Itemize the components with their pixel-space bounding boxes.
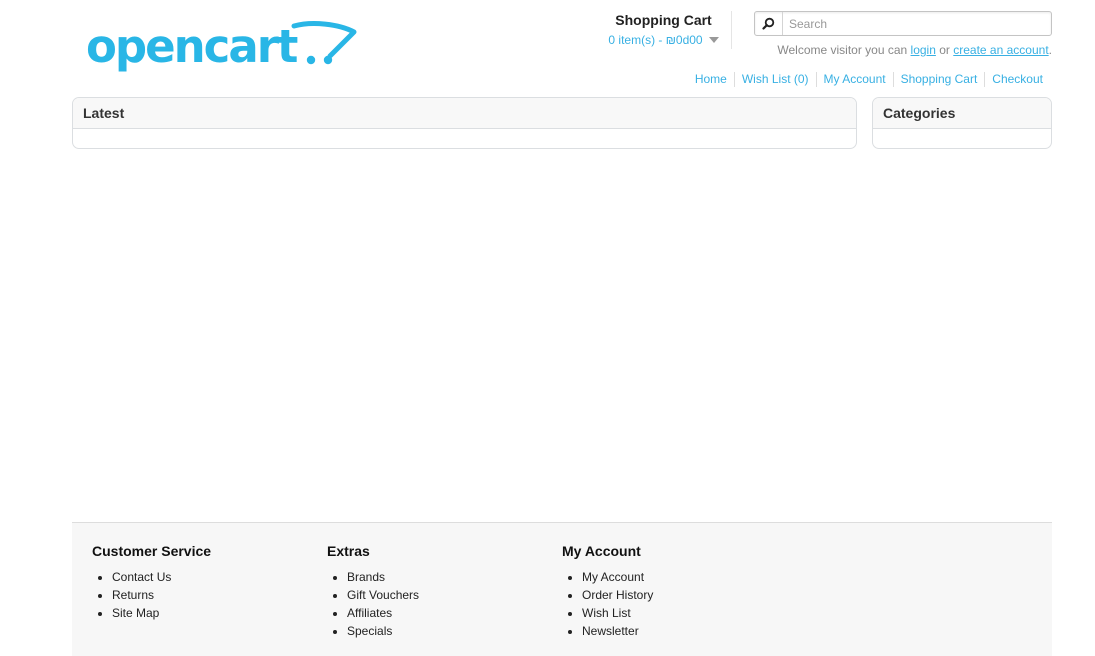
footer-list-item: Affiliates [347,604,547,622]
top-links: Home Wish List (0) My Account Shopping C… [688,72,1050,87]
footer-list-item: Specials [347,622,547,640]
footer-list-item: Site Map [112,604,312,622]
footer-heading-customer-service: Customer Service [92,543,212,559]
welcome-prefix: Welcome visitor you can [777,43,911,57]
footer-list-customer-service: Contact Us Returns Site Map [92,568,312,622]
footer-link-newsletter[interactable]: Newsletter [582,624,639,638]
search-button[interactable] [755,12,783,35]
login-link[interactable]: login [911,43,936,57]
footer-link-specials[interactable]: Specials [347,624,392,638]
latest-heading: Latest [73,98,856,129]
footer-heading-extras: Extras [327,543,370,559]
footer-list-item: Wish List [582,604,782,622]
search-icon [762,17,775,30]
welcome-message: Welcome visitor you can login or create … [777,43,1052,57]
footer-link-returns[interactable]: Returns [112,588,154,602]
top-link-home[interactable]: Home [688,72,734,87]
footer-list-item: Brands [347,568,547,586]
search-input[interactable] [784,12,1050,35]
footer-link-wish-list[interactable]: Wish List [582,606,631,620]
page: opencart Shopping Cart 0 item(s) - ₪0d00… [0,0,1095,656]
footer-link-contact-us[interactable]: Contact Us [112,570,171,584]
footer-list-item: Contact Us [112,568,312,586]
footer-column-customer-service: Customer Service Contact Us Returns Site… [92,543,312,622]
top-link-my-account[interactable]: My Account [815,72,893,87]
footer-link-site-map[interactable]: Site Map [112,606,159,620]
footer-list-item: Gift Vouchers [347,586,547,604]
categories-box: Categories [872,97,1052,149]
footer-list-item: Newsletter [582,622,782,640]
logo-image: opencart [86,20,357,73]
cart-total[interactable]: 0 item(s) - ₪0d00 [596,32,731,48]
cart-total-text: 0 item(s) - ₪0d00 [608,33,703,47]
footer-list-my-account: My Account Order History Wish List Newsl… [562,568,782,640]
footer-list-extras: Brands Gift Vouchers Affiliates Specials [327,568,547,640]
welcome-suffix: . [1048,43,1052,57]
footer-link-my-account[interactable]: My Account [582,570,644,584]
top-link-checkout[interactable]: Checkout [984,72,1050,87]
footer-list-item: Order History [582,586,782,604]
footer-list-item: My Account [582,568,782,586]
shopping-cart-widget[interactable]: Shopping Cart 0 item(s) - ₪0d00 [596,11,732,49]
cart-heading[interactable]: Shopping Cart [596,11,731,30]
latest-box: Latest [72,97,857,149]
latest-content [73,129,856,148]
footer-link-affiliates[interactable]: Affiliates [347,606,392,620]
top-link-shopping-cart[interactable]: Shopping Cart [892,72,985,87]
footer-link-order-history[interactable]: Order History [582,588,653,602]
footer-column-extras: Extras Brands Gift Vouchers Affiliates S… [327,543,547,640]
welcome-middle: or [935,43,954,57]
footer-column-my-account: My Account My Account Order History Wish… [562,543,782,640]
chevron-down-icon [708,37,719,43]
opencart-logo[interactable]: opencart [84,18,359,74]
search-box [754,11,1052,36]
footer-link-gift-vouchers[interactable]: Gift Vouchers [347,588,419,602]
footer: Customer Service Contact Us Returns Site… [72,522,1052,656]
top-link-wishlist[interactable]: Wish List (0) [733,72,816,87]
footer-list-item: Returns [112,586,312,604]
categories-content [873,129,1051,148]
footer-heading-my-account: My Account [562,543,641,559]
logo-wordmark: opencart [86,20,298,73]
create-account-link[interactable]: create an account [953,43,1048,57]
categories-heading: Categories [873,98,1051,129]
footer-link-brands[interactable]: Brands [347,570,385,584]
